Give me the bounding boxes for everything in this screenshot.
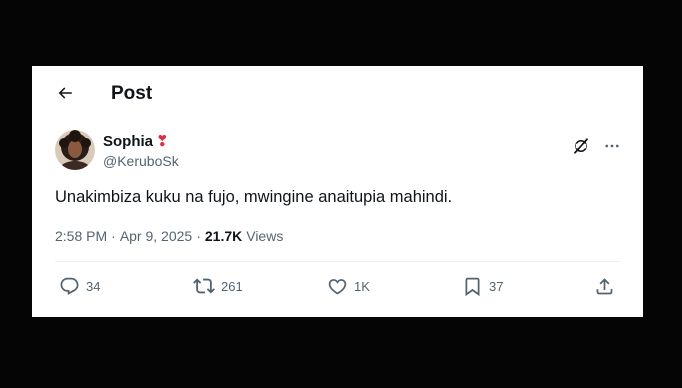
reply-count: 34	[86, 278, 101, 294]
divider	[55, 261, 621, 262]
author-name[interactable]: Sophia ❣	[103, 132, 169, 151]
post-header: Post	[32, 66, 643, 122]
grok-icon	[574, 138, 588, 154]
more-horizontal-icon	[605, 144, 619, 148]
views-label: Views	[246, 228, 284, 244]
reply-icon	[60, 277, 79, 295]
meta-separator: ·	[196, 228, 201, 244]
author-name-text: Sophia	[103, 132, 154, 150]
avatar-image	[55, 130, 95, 170]
like-count: 1K	[354, 278, 370, 294]
bookmark-button[interactable]: 37	[462, 275, 503, 297]
grok-button[interactable]	[571, 136, 591, 156]
heart-exclamation-icon: ❣	[156, 133, 169, 150]
page-title: Post	[111, 83, 153, 104]
repost-button[interactable]: 261	[193, 275, 243, 297]
meta-separator: ·	[111, 228, 116, 244]
bookmark-icon	[465, 277, 480, 296]
share-button[interactable]	[594, 275, 615, 297]
back-button[interactable]	[54, 82, 76, 104]
views-count[interactable]: 21.7K	[205, 228, 242, 244]
post-time[interactable]: 2:58 PM	[55, 228, 107, 244]
like-button[interactable]: 1K	[327, 275, 370, 297]
avatar[interactable]	[55, 130, 95, 170]
repost-icon	[193, 278, 215, 294]
post-meta: 2:58 PM · Apr 9, 2025 · 21.7K Views	[55, 228, 283, 244]
author-handle[interactable]: @KeruboSk	[103, 153, 179, 169]
post-card: Post Sophia ❣ @KeruboSk Unakimbiza kuku …	[32, 66, 643, 317]
bookmark-count: 37	[489, 278, 504, 294]
more-options-button[interactable]	[602, 136, 622, 156]
heart-icon	[328, 278, 347, 295]
share-icon	[596, 277, 613, 294]
repost-count: 261	[221, 278, 243, 294]
arrow-left-icon	[58, 87, 72, 99]
post-text: Unakimbiza kuku na fujo, mwingine anaitu…	[55, 188, 453, 206]
reply-button[interactable]: 34	[59, 275, 100, 297]
post-date[interactable]: Apr 9, 2025	[120, 228, 192, 244]
